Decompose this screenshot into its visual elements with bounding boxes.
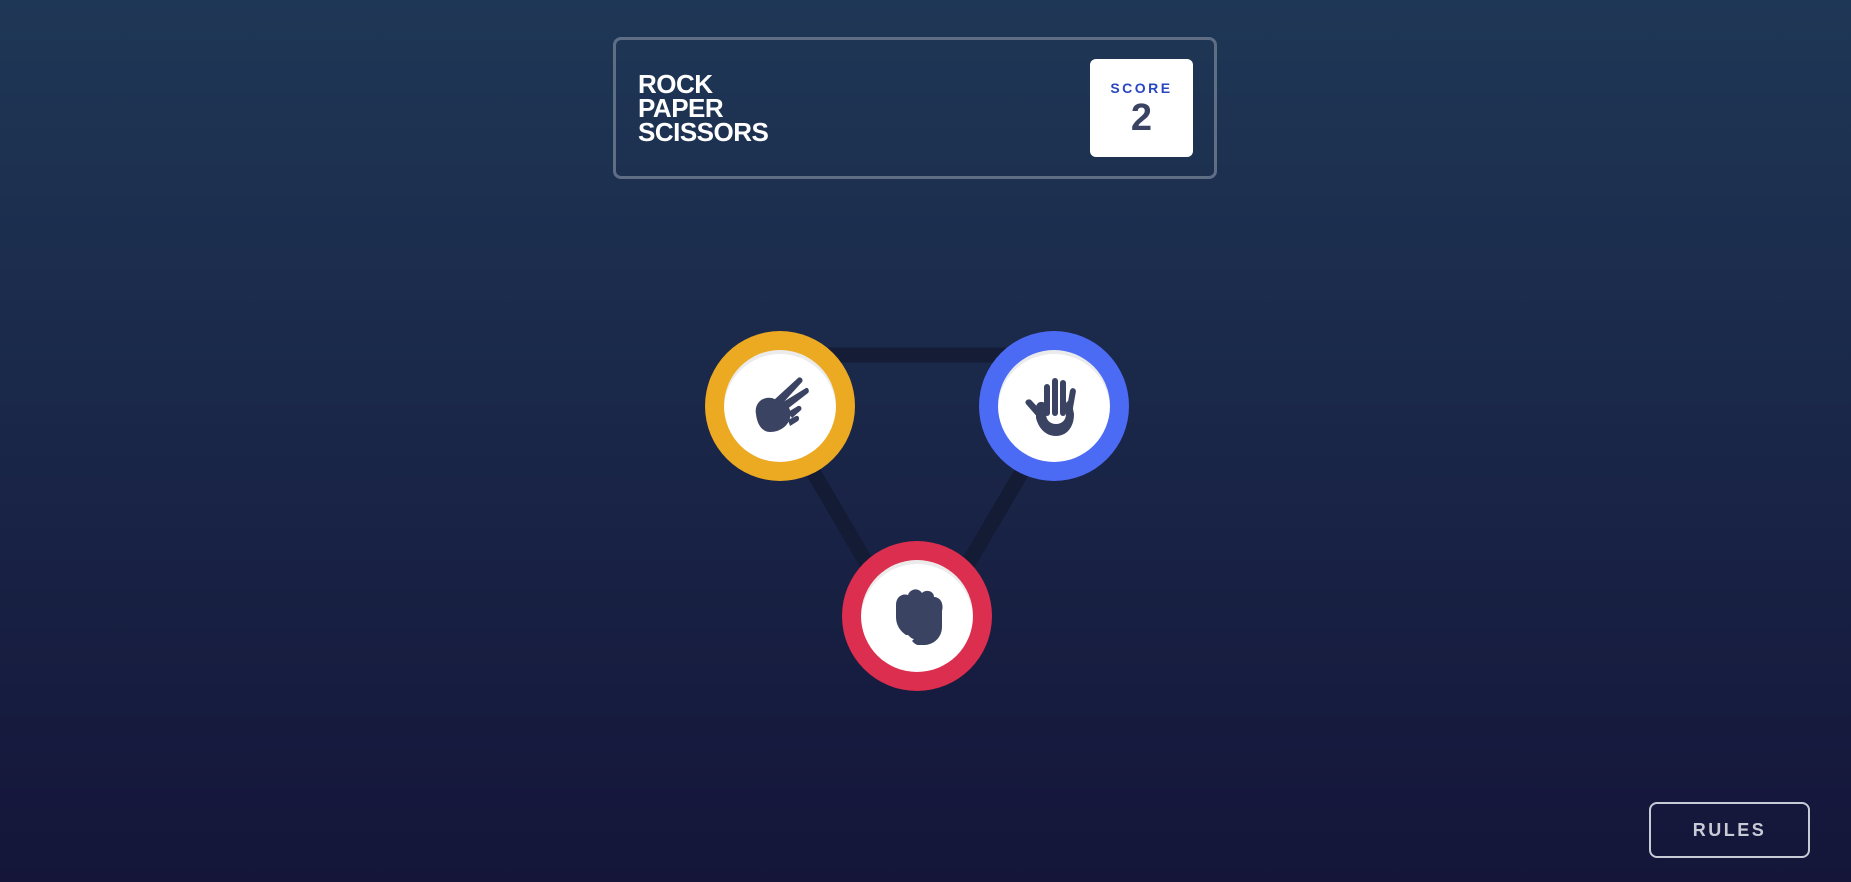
rules-button[interactable]: RULES: [1649, 802, 1810, 858]
score-box: SCORE 2: [1090, 59, 1193, 157]
scissors-hand-icon: [755, 377, 809, 432]
game-header: ROCK PAPER SCISSORS SCORE 2: [613, 37, 1217, 179]
score-value: 2: [1130, 97, 1153, 139]
rock-fist-icon: [896, 589, 943, 645]
scissors-button[interactable]: [705, 331, 855, 481]
logo-line-scissors: SCISSORS: [638, 117, 769, 147]
game-logo: ROCK PAPER SCISSORS: [638, 71, 769, 147]
score-label: SCORE: [1110, 80, 1173, 96]
scissors-token-inner: [724, 350, 836, 462]
rock-button[interactable]: [842, 541, 992, 691]
paper-button[interactable]: [979, 331, 1129, 481]
rock-token-inner: [861, 560, 973, 672]
paper-hand-icon: [1025, 378, 1076, 436]
paper-token-inner: [998, 350, 1110, 462]
